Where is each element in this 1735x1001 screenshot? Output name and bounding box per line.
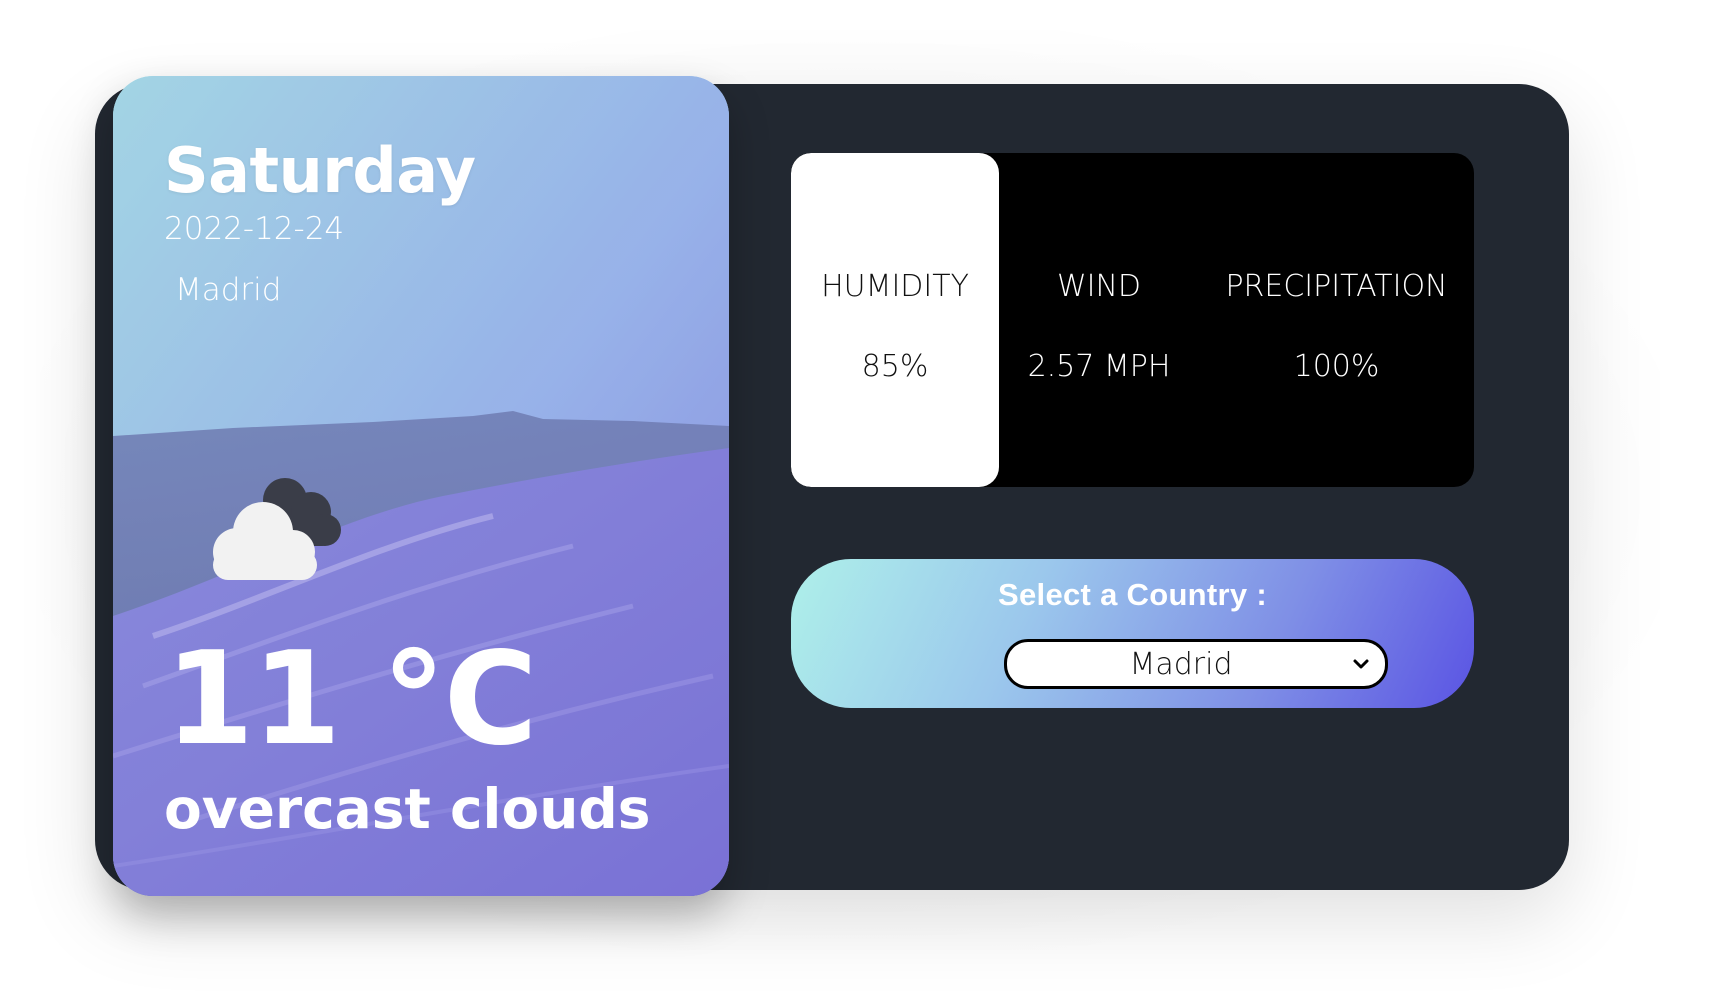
city-name: Madrid bbox=[175, 272, 282, 308]
overcast-clouds-icon bbox=[193, 470, 353, 580]
wind-stat[interactable]: WIND 2.57 MPH bbox=[999, 153, 1199, 487]
precipitation-value: 100% bbox=[1293, 349, 1380, 384]
wind-label: WIND bbox=[1056, 269, 1142, 304]
chevron-down-icon bbox=[1353, 659, 1369, 669]
humidity-label: HUMIDITY bbox=[821, 269, 969, 304]
weather-description: overcast clouds bbox=[164, 777, 651, 841]
date-text: 2022-12-24 bbox=[164, 211, 345, 247]
humidity-stat[interactable]: HUMIDITY 85% bbox=[791, 153, 999, 487]
humidity-value: 85% bbox=[861, 349, 929, 384]
country-selector-label: Select a Country : bbox=[998, 577, 1267, 612]
country-selector-panel: Select a Country : Madrid bbox=[791, 559, 1474, 708]
temperature: 11 °C bbox=[165, 625, 538, 774]
wind-value: 2.57 MPH bbox=[1027, 349, 1171, 384]
precipitation-stat[interactable]: PRECIPITATION 100% bbox=[1199, 153, 1474, 487]
stats-panel: HUMIDITY 85% WIND 2.57 MPH PRECIPITATION… bbox=[791, 153, 1474, 487]
country-select[interactable]: Madrid bbox=[1004, 639, 1388, 689]
weather-card: Saturday 2022-12-24 Madrid 11 °C overcas… bbox=[113, 76, 729, 896]
day-name: Saturday bbox=[164, 134, 476, 207]
country-select-value: Madrid bbox=[1129, 647, 1233, 682]
precipitation-label: PRECIPITATION bbox=[1225, 269, 1448, 304]
